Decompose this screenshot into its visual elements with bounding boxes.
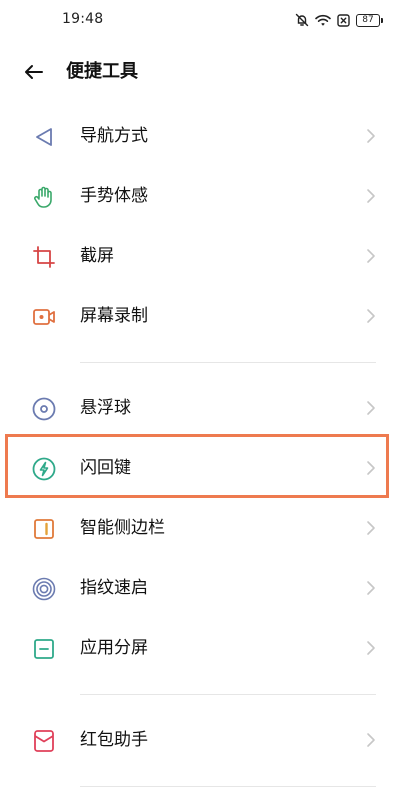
status-icons: 87 (295, 11, 383, 29)
navigation-icon (31, 124, 57, 150)
section-divider (80, 786, 376, 787)
list-item-navigation[interactable]: 导航方式 (0, 106, 402, 166)
gesture-hand-icon (31, 184, 57, 210)
split-screen-icon (31, 636, 57, 662)
section-divider (80, 694, 376, 695)
list-item-label: 手势体感 (80, 186, 148, 206)
chevron-right-icon (366, 640, 376, 656)
fingerprint-icon (31, 576, 57, 602)
red-envelope-icon (31, 728, 57, 754)
screenshot-crop-icon (31, 244, 57, 270)
chevron-right-icon (366, 128, 376, 144)
list-item-label: 指纹速启 (80, 578, 148, 598)
list-item-split-screen[interactable]: 应用分屏 (0, 618, 402, 678)
section-divider (80, 362, 376, 363)
chevron-right-icon (366, 400, 376, 416)
wifi-icon (315, 14, 331, 27)
chevron-right-icon (366, 460, 376, 476)
list-item-label: 悬浮球 (80, 398, 131, 418)
status-bar: 19:48 87 (0, 0, 402, 40)
list-item-screen-record[interactable]: 屏幕录制 (0, 286, 402, 346)
list-item-flashback[interactable]: 闪回键 (0, 438, 402, 498)
list-item-label: 导航方式 (80, 126, 148, 146)
list-item-fingerprint[interactable]: 指纹速启 (0, 558, 402, 618)
back-arrow-icon[interactable] (22, 60, 46, 84)
chevron-right-icon (366, 248, 376, 264)
screen-record-icon (31, 304, 57, 330)
list-item-label: 红包助手 (80, 730, 148, 750)
list-item-label: 闪回键 (80, 458, 131, 478)
header: 便捷工具 (0, 50, 402, 94)
chevron-right-icon (366, 308, 376, 324)
chevron-right-icon (366, 580, 376, 596)
status-time: 19:48 (62, 11, 104, 27)
list-item-label: 截屏 (80, 246, 114, 266)
list-item-smart-sidebar[interactable]: 智能侧边栏 (0, 498, 402, 558)
list-item-label: 智能侧边栏 (80, 518, 165, 538)
list-item-label: 应用分屏 (80, 638, 148, 658)
list-item-red-envelope[interactable]: 红包助手 (0, 710, 402, 770)
smart-sidebar-icon (31, 516, 57, 542)
battery-icon: 87 (356, 13, 383, 27)
floating-ball-icon (31, 396, 57, 422)
list-item-gesture[interactable]: 手势体感 (0, 166, 402, 226)
chevron-right-icon (366, 732, 376, 748)
page-title: 便捷工具 (66, 61, 138, 82)
mute-bell-icon (295, 13, 309, 27)
list-item-floating-ball[interactable]: 悬浮球 (0, 378, 402, 438)
chevron-right-icon (366, 520, 376, 536)
list-item-label: 屏幕录制 (80, 306, 148, 326)
list-item-screenshot[interactable]: 截屏 (0, 226, 402, 286)
chevron-right-icon (366, 188, 376, 204)
flashback-lightning-icon (31, 456, 57, 482)
no-sim-icon (337, 13, 350, 27)
